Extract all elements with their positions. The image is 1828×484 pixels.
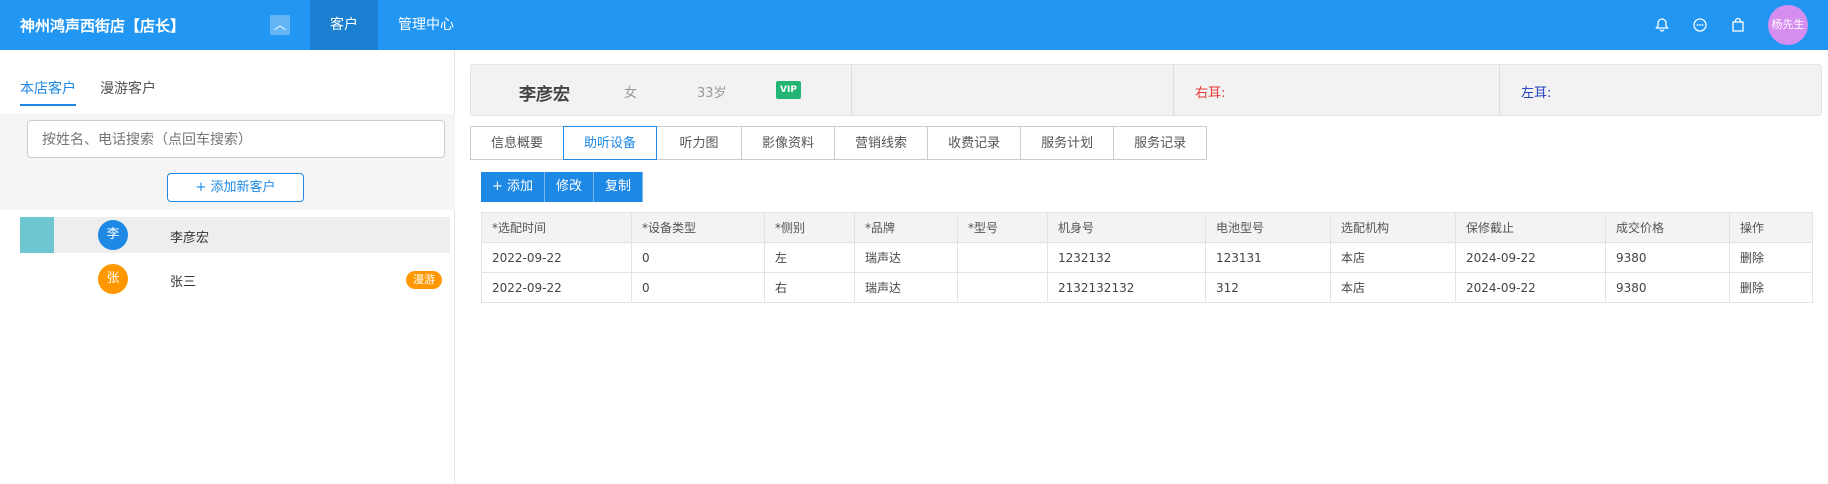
col-serial: 机身号: [1047, 212, 1206, 243]
col-warranty: 保修截止: [1455, 212, 1606, 243]
table-row: 2022-09-22 0 左 瑞声达 1232132 123131 本店 202…: [481, 242, 1813, 273]
cell-serial: 1232132: [1047, 242, 1206, 273]
nav-customers[interactable]: 客户: [310, 0, 378, 50]
table-row: 2022-09-22 0 右 瑞声达 2132132132 312 本店 202…: [481, 272, 1813, 303]
col-fitting-org: 选配机构: [1330, 212, 1456, 243]
customer-avatar: 李: [98, 220, 128, 250]
chevron-up-icon[interactable]: ︿: [270, 15, 290, 35]
cell-fitting-org: 本店: [1330, 242, 1456, 273]
delete-link[interactable]: 删除: [1729, 242, 1813, 273]
copy-button[interactable]: 复制: [594, 172, 644, 202]
add-customer-button[interactable]: + 添加新客户: [167, 173, 304, 202]
customer-list: 李 李彦宏 张 张三 漫游: [20, 217, 450, 305]
col-brand: *品牌: [854, 212, 958, 243]
col-fit-date: *选配时间: [481, 212, 632, 243]
cell-battery: 312: [1205, 272, 1331, 303]
cell-fit-date: 2022-09-22: [481, 242, 632, 273]
cell-model: [957, 272, 1048, 303]
store-title: 神州鸿声西街店【店长】: [20, 17, 186, 35]
vip-badge: VIP: [776, 81, 801, 99]
col-actions: 操作: [1729, 212, 1813, 243]
nav-management[interactable]: 管理中心: [378, 0, 474, 50]
cell-serial: 2132132132: [1047, 272, 1206, 303]
cell-model: [957, 242, 1048, 273]
right-ear-label: 右耳:: [1195, 86, 1226, 101]
cell-device-type: 0: [631, 242, 765, 273]
cell-brand: 瑞声达: [854, 272, 958, 303]
delete-link[interactable]: 删除: [1729, 272, 1813, 303]
customer-sidebar: 本店客户 漫游客户 + 添加新客户 李 李彦宏 张 张三 漫游: [0, 50, 455, 484]
cell-warranty: 2024-09-22: [1455, 272, 1606, 303]
action-buttons: + 添加 修改 复制: [481, 172, 644, 202]
customer-name: 李彦宏: [170, 231, 210, 246]
col-device-type: *设备类型: [631, 212, 765, 243]
cell-brand: 瑞声达: [854, 242, 958, 273]
divider: [1173, 65, 1174, 115]
cell-side: 左: [764, 242, 855, 273]
col-model: *型号: [957, 212, 1048, 243]
customer-item[interactable]: 张 张三 漫游: [20, 261, 450, 297]
tab-roaming-customers[interactable]: 漫游客户: [100, 78, 156, 106]
customer-name-title: 李彦宏: [519, 85, 570, 105]
cell-fitting-org: 本店: [1330, 272, 1456, 303]
customer-item[interactable]: 李 李彦宏: [20, 217, 450, 253]
tab-service-records[interactable]: 服务记录: [1113, 126, 1208, 160]
selection-marker: [20, 217, 54, 253]
bell-icon[interactable]: [1654, 17, 1670, 33]
left-ear-label: 左耳:: [1521, 86, 1552, 101]
user-avatar[interactable]: 杨先生: [1768, 5, 1808, 45]
tab-service-plan[interactable]: 服务计划: [1020, 126, 1115, 160]
tab-images[interactable]: 影像资料: [741, 126, 836, 160]
customer-age: 33岁: [697, 86, 727, 101]
cell-price: 9380: [1605, 272, 1730, 303]
cell-device-type: 0: [631, 272, 765, 303]
cell-warranty: 2024-09-22: [1455, 242, 1606, 273]
customer-name: 张三: [170, 275, 197, 290]
tab-audiogram[interactable]: 听力图: [656, 126, 743, 160]
device-table: *选配时间 *设备类型 *侧别 *品牌 *型号 机身号 电池型号 选配机构 保修…: [481, 212, 1813, 303]
customer-detail: 李彦宏 女 33岁 VIP 右耳: 左耳: 信息概要 助听设备 听力图 影像资料…: [456, 50, 1828, 484]
tab-own-customers[interactable]: 本店客户: [20, 78, 76, 106]
add-button[interactable]: + 添加: [481, 172, 546, 202]
customer-avatar: 张: [98, 264, 128, 294]
main-nav: 客户 管理中心: [310, 0, 474, 50]
cell-side: 右: [764, 272, 855, 303]
cell-battery: 123131: [1205, 242, 1331, 273]
col-side: *侧别: [764, 212, 855, 243]
customer-sex: 女: [624, 86, 638, 101]
divider: [851, 65, 852, 115]
col-battery: 电池型号: [1205, 212, 1331, 243]
top-tools: 杨先生: [1654, 0, 1808, 50]
message-icon[interactable]: [1692, 17, 1708, 33]
edit-button[interactable]: 修改: [545, 172, 595, 202]
cell-fit-date: 2022-09-22: [481, 272, 632, 303]
tab-payment-records[interactable]: 收费记录: [927, 126, 1022, 160]
table-header-row: *选配时间 *设备类型 *侧别 *品牌 *型号 机身号 电池型号 选配机构 保修…: [481, 212, 1813, 243]
tab-hearing-devices[interactable]: 助听设备: [563, 126, 658, 160]
detail-tabs: 信息概要 助听设备 听力图 影像资料 营销线索 收费记录 服务计划 服务记录: [470, 126, 1208, 160]
col-price: 成交价格: [1605, 212, 1730, 243]
cell-price: 9380: [1605, 242, 1730, 273]
divider: [1499, 65, 1500, 115]
top-bar: 神州鸿声西街店【店长】 ︿ 客户 管理中心 杨先生: [0, 0, 1828, 50]
shopping-bag-icon[interactable]: [1730, 17, 1746, 33]
roaming-badge: 漫游: [406, 271, 442, 289]
tab-summary[interactable]: 信息概要: [470, 126, 565, 160]
customer-tabs: 本店客户 漫游客户: [20, 78, 156, 106]
customer-search-input[interactable]: [27, 120, 445, 158]
tab-marketing-leads[interactable]: 营销线索: [834, 126, 929, 160]
customer-header: 李彦宏 女 33岁 VIP 右耳: 左耳:: [470, 64, 1822, 116]
